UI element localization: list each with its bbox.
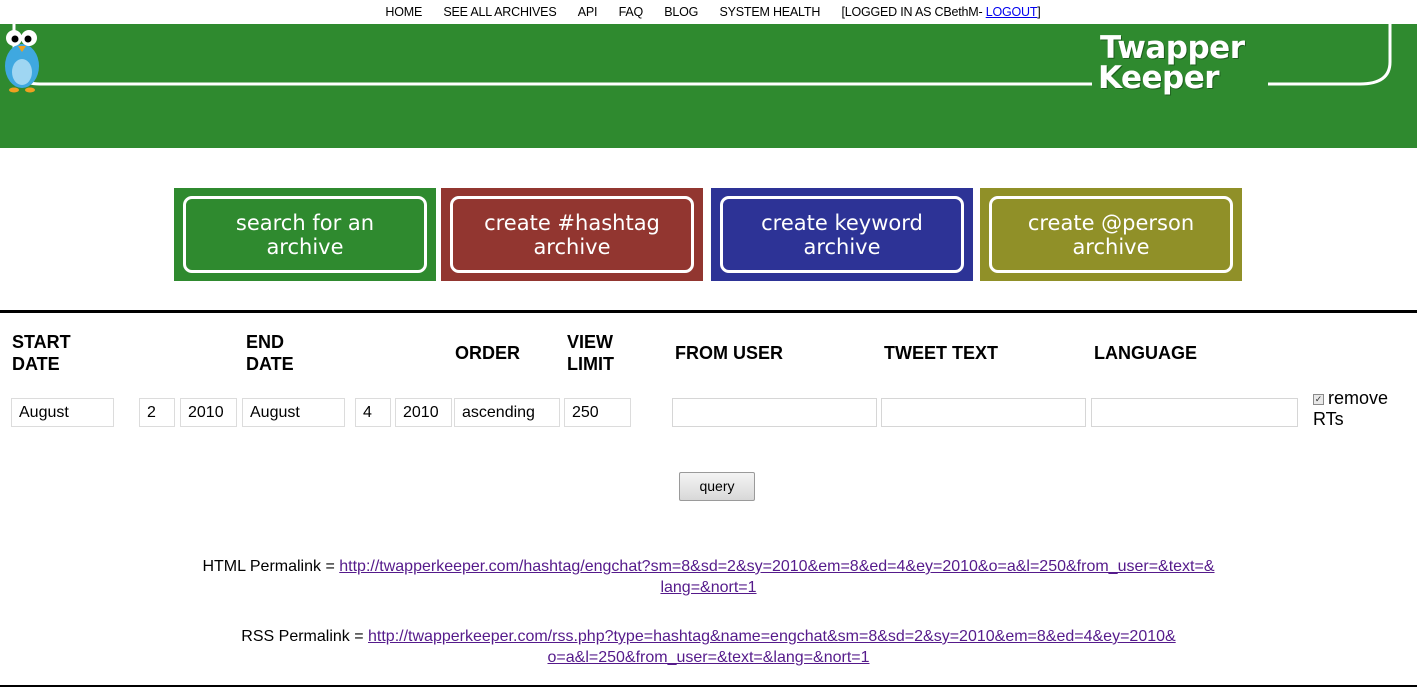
- logo-line-2: Keeper: [1098, 60, 1220, 96]
- search-archive-label: search for an archive: [236, 211, 374, 259]
- rss-permalink-url[interactable]: http://twapperkeeper.com/rss.php?type=ha…: [368, 628, 1176, 666]
- rss-permalink: RSS Permalink = http://twapperkeeper.com…: [0, 626, 1417, 668]
- order-select[interactable]: ascending: [454, 398, 560, 427]
- nav-system-health-link[interactable]: SYSTEM HEALTH: [719, 5, 820, 19]
- create-keyword-label-line2: archive: [803, 234, 881, 259]
- html-permalink-url-line2: lang=&nort=1: [660, 579, 757, 596]
- create-hashtag-label-line1: create #hashtag: [484, 210, 660, 235]
- logged-in-suffix: ]: [1037, 5, 1041, 19]
- end-month-select[interactable]: August: [242, 398, 345, 427]
- create-keyword-archive-button[interactable]: create keyword archive: [711, 188, 973, 281]
- rss-permalink-url-line1: http://twapperkeeper.com/rss.php?type=ha…: [368, 628, 1176, 645]
- create-person-button-frame: create @person archive: [989, 196, 1233, 273]
- query-button[interactable]: query: [679, 472, 755, 501]
- view-limit-header: VIEW LIMIT: [567, 331, 614, 375]
- create-person-label-line1: create @person: [1027, 210, 1195, 235]
- logged-in-status: [LOGGED IN AS CBethM- LOGOUT]: [841, 5, 1040, 19]
- bird-mascot-icon: [5, 30, 39, 93]
- search-archive-label-line1: search for an: [235, 210, 375, 235]
- rss-permalink-label: RSS Permalink =: [241, 628, 369, 645]
- remove-rts-checkbox[interactable]: ✓: [1313, 394, 1324, 405]
- from-user-header: FROM USER: [675, 343, 783, 363]
- language-header: LANGUAGE: [1094, 343, 1197, 363]
- from-user-input[interactable]: [672, 398, 877, 427]
- rss-permalink-url-line2: o=a&l=250&from_user=&text=&lang=&nort=1: [547, 649, 870, 666]
- html-permalink: HTML Permalink = http://twapperkeeper.co…: [0, 556, 1417, 598]
- language-input[interactable]: [1091, 398, 1298, 427]
- create-person-label-line2: archive: [1072, 234, 1150, 259]
- header-banner: Twapper Keeper: [0, 24, 1417, 148]
- remove-rts-label-line1: remove: [1328, 388, 1389, 408]
- search-archive-label-line2: archive: [266, 234, 344, 259]
- create-hashtag-label-line2: archive: [533, 234, 611, 259]
- start-date-header-line1: START: [12, 332, 71, 352]
- logout-link[interactable]: LOGOUT: [986, 5, 1038, 19]
- nav-faq-link[interactable]: FAQ: [619, 5, 644, 19]
- section-divider-top: [0, 310, 1417, 313]
- search-archive-button-frame: search for an archive: [183, 196, 427, 273]
- create-keyword-label: create keyword archive: [761, 211, 923, 259]
- start-year-select[interactable]: 2010: [180, 398, 237, 427]
- view-limit-input[interactable]: 250: [564, 398, 631, 427]
- end-date-header-line1: END: [246, 332, 285, 352]
- top-nav: HOME SEE ALL ARCHIVES API FAQ BLOG SYSTE…: [0, 0, 1417, 24]
- view-limit-header-line1: VIEW: [567, 332, 614, 352]
- nav-see-all-archives-link[interactable]: SEE ALL ARCHIVES: [443, 5, 556, 19]
- start-date-header: START DATE: [12, 331, 71, 375]
- create-keyword-button-frame: create keyword archive: [720, 196, 964, 273]
- tweet-text-header: TWEET TEXT: [884, 343, 998, 363]
- remove-rts-option: ✓ remove RTs: [1313, 388, 1388, 430]
- html-permalink-url[interactable]: http://twapperkeeper.com/hashtag/engchat…: [339, 558, 1214, 596]
- view-limit-header-line2: LIMIT: [567, 354, 614, 374]
- create-keyword-label-line1: create keyword: [761, 210, 923, 235]
- tweet-text-input[interactable]: [881, 398, 1086, 427]
- end-date-header-line2: DATE: [246, 354, 294, 374]
- nav-blog-link[interactable]: BLOG: [664, 5, 698, 19]
- create-hashtag-button-frame: create #hashtag archive: [450, 196, 694, 273]
- section-divider-bottom: [0, 685, 1417, 687]
- create-hashtag-archive-button[interactable]: create #hashtag archive: [441, 188, 703, 281]
- create-hashtag-label: create #hashtag archive: [484, 211, 660, 259]
- remove-rts-label-line2: RTs: [1313, 409, 1344, 429]
- start-month-select[interactable]: August: [11, 398, 114, 427]
- end-date-header: END DATE: [246, 331, 294, 375]
- logged-in-text: [LOGGED IN AS CBethM-: [841, 5, 983, 19]
- create-person-label: create @person archive: [1028, 211, 1194, 259]
- nav-home-link[interactable]: HOME: [385, 5, 422, 19]
- order-header: ORDER: [455, 343, 521, 363]
- start-date-header-line2: DATE: [12, 354, 60, 374]
- create-person-archive-button[interactable]: create @person archive: [980, 188, 1242, 281]
- html-permalink-label: HTML Permalink =: [202, 558, 340, 575]
- html-permalink-url-line1: http://twapperkeeper.com/hashtag/engchat…: [339, 558, 1215, 575]
- end-day-select[interactable]: 4: [355, 398, 391, 427]
- nav-api-link[interactable]: API: [578, 5, 598, 19]
- start-day-select[interactable]: 2: [139, 398, 175, 427]
- search-archive-button[interactable]: search for an archive: [174, 188, 436, 281]
- end-year-select[interactable]: 2010: [395, 398, 452, 427]
